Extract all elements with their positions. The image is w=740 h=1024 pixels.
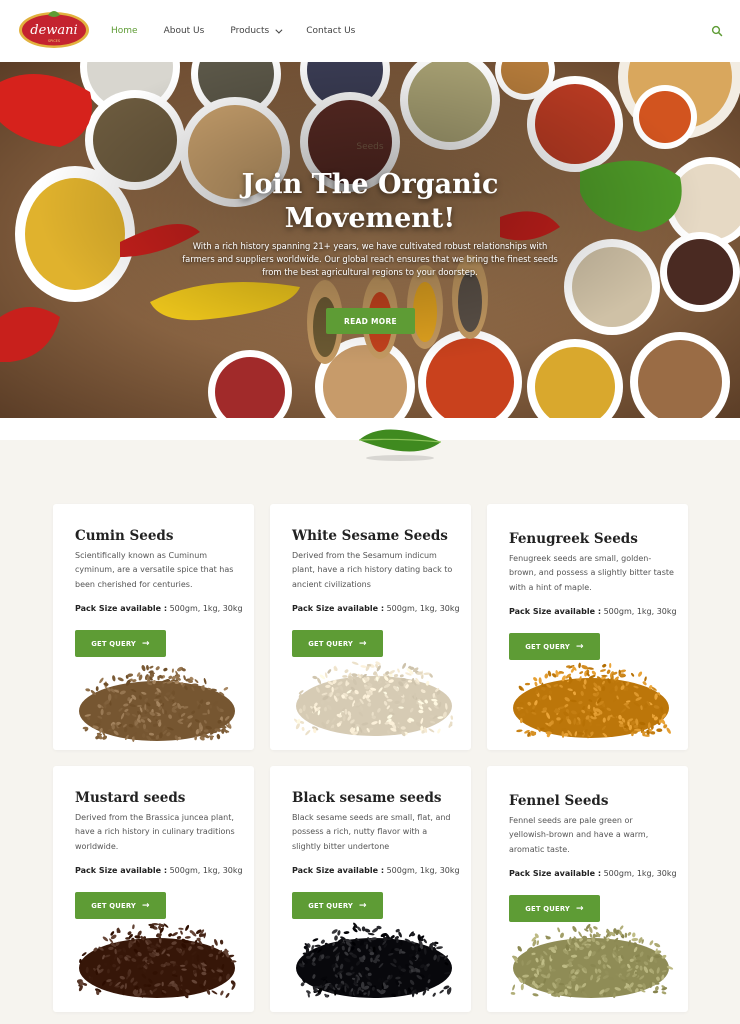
fenugreek-seeds-image <box>513 662 671 739</box>
pack-size-label: Pack Size available : <box>75 866 168 875</box>
product-title: White Sesame Seeds <box>292 528 448 544</box>
product-pack-size: Pack Size available : 500gm, 1kg, 30kg <box>292 866 460 875</box>
pack-size-label: Pack Size available : <box>509 607 602 616</box>
cumin-seeds-image <box>79 665 235 742</box>
product-pack-size: Pack Size available : 500gm, 1kg, 30kg <box>509 607 677 616</box>
basil-leaf-icon <box>358 429 442 461</box>
pack-size-values: 500gm, 1kg, 30kg <box>601 607 677 616</box>
pack-size-values: 500gm, 1kg, 30kg <box>167 604 243 613</box>
product-pack-size: Pack Size available : 500gm, 1kg, 30kg <box>292 604 460 613</box>
get-query-label: GET QUERY <box>91 639 136 648</box>
product-card-mustard: Mustard seeds Derived from the Brassica … <box>53 766 254 1012</box>
logo-wordmark: dewani <box>30 23 77 38</box>
product-card-white-sesame: White Sesame Seeds Derived from the Sesa… <box>270 504 471 750</box>
pack-size-label: Pack Size available : <box>292 604 385 613</box>
hero-tagline: Seeds <box>356 142 384 152</box>
pack-size-values: 500gm, 1kg, 30kg <box>384 866 460 875</box>
arrow-right-icon: → <box>142 638 150 649</box>
hero-banner: Seeds Join The Organic Movement! With a … <box>0 62 740 418</box>
product-description: Black sesame seeds are small, flat, and … <box>292 813 451 851</box>
fennel-seeds-image <box>510 923 674 999</box>
mustard-seeds-image <box>76 922 237 999</box>
pack-size-values: 500gm, 1kg, 30kg <box>167 866 243 875</box>
pack-size-values: 500gm, 1kg, 30kg <box>384 604 460 613</box>
product-pack-size: Pack Size available : 500gm, 1kg, 30kg <box>75 604 243 613</box>
nav-contact-us[interactable]: Contact Us <box>306 26 355 36</box>
hero-description: With a rich history spanning 21+ years, … <box>182 241 558 277</box>
product-card-cumin: Cumin Seeds Scientifically known as Cumi… <box>53 504 254 750</box>
product-description: Fenugreek seeds are small, golden-brown,… <box>509 554 674 592</box>
pack-size-label: Pack Size available : <box>75 604 168 613</box>
logo-subtext: SPICES <box>48 39 61 43</box>
search-icon[interactable] <box>711 25 723 37</box>
product-description: Scientifically known as Cuminum cyminum,… <box>75 551 234 589</box>
pack-size-values: 500gm, 1kg, 30kg <box>601 869 677 878</box>
pack-size-label: Pack Size available : <box>292 866 385 875</box>
nav-home[interactable]: Home <box>111 26 138 36</box>
chevron-down-icon <box>275 26 283 34</box>
product-pack-size: Pack Size available : 500gm, 1kg, 30kg <box>509 869 677 878</box>
site-header: dewani SPICES Home About Us Products Con… <box>0 0 740 62</box>
product-title: Mustard seeds <box>75 790 186 806</box>
product-description: Fennel seeds are pale green or yellowish… <box>509 816 649 854</box>
read-more-button[interactable]: READ MORE <box>326 308 415 334</box>
product-title: Fennel Seeds <box>509 793 609 809</box>
pack-size-label: Pack Size available : <box>509 869 602 878</box>
product-description: Derived from the Brassica juncea plant, … <box>75 813 235 851</box>
dewani-logo[interactable]: dewani SPICES <box>18 9 90 49</box>
white-sesame-seeds-image <box>293 661 454 737</box>
hero-title: Join The Organic Movement! <box>241 169 499 234</box>
product-title: Fenugreek Seeds <box>509 531 638 547</box>
main-nav: Home About Us Products Contact Us <box>111 0 381 62</box>
product-pack-size: Pack Size available : 500gm, 1kg, 30kg <box>75 866 243 875</box>
product-description: Derived from the Sesamum indicum plant, … <box>292 551 453 589</box>
product-card-fenugreek: Fenugreek Seeds Fenugreek seeds are smal… <box>487 504 688 750</box>
product-card-black-sesame: Black sesame seeds Black sesame seeds ar… <box>270 766 471 1012</box>
product-card-fennel: Fennel Seeds Fennel seeds are pale green… <box>487 766 688 1012</box>
nav-about-us[interactable]: About Us <box>164 26 205 36</box>
product-title: Cumin Seeds <box>75 528 174 544</box>
black-sesame-seeds-image <box>296 922 452 998</box>
nav-products[interactable]: Products <box>230 26 283 36</box>
product-title: Black sesame seeds <box>292 790 442 806</box>
nav-products-label: Products <box>230 26 270 36</box>
